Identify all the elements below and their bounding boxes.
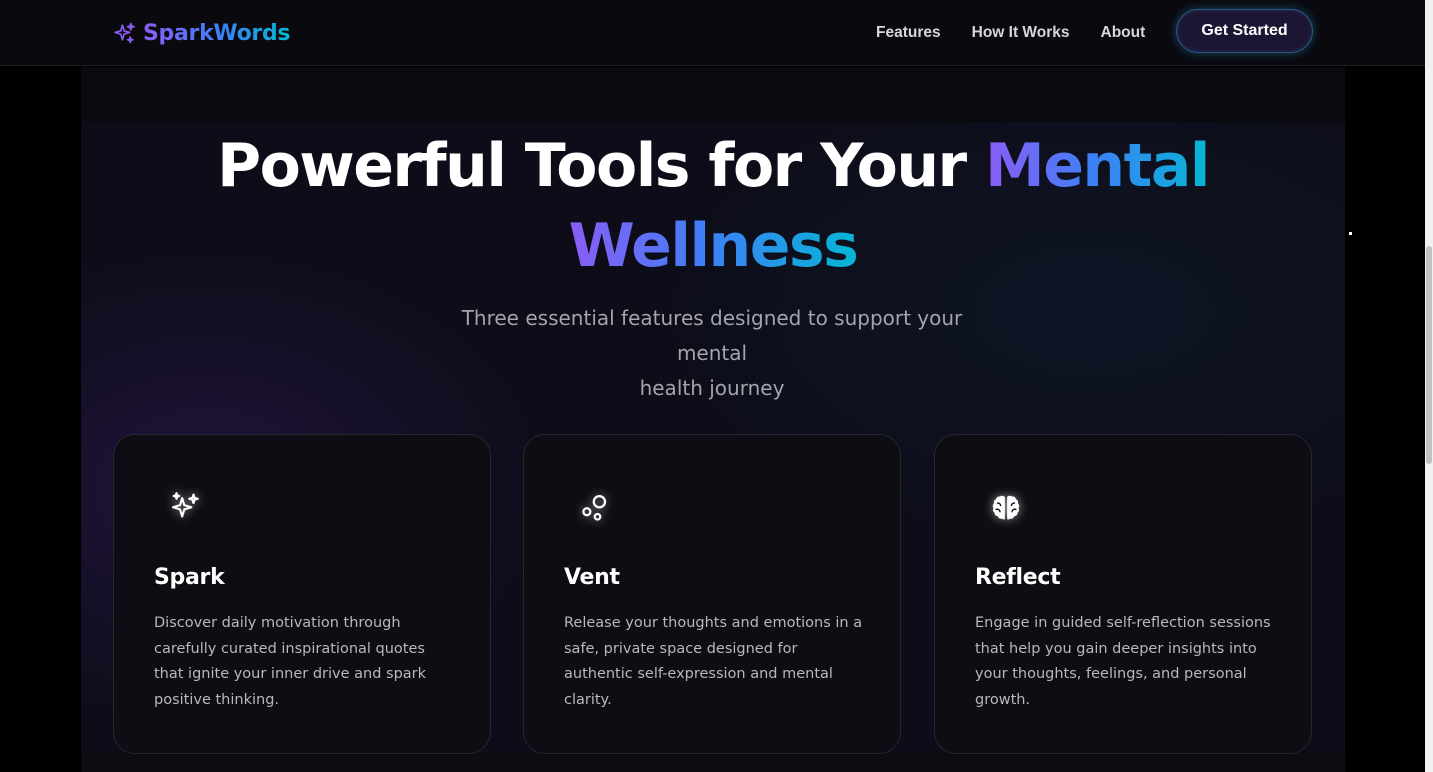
nav-links: Features How It Works About: [876, 22, 1145, 44]
nav-link-how-it-works[interactable]: How It Works: [972, 24, 1070, 42]
feature-card-vent[interactable]: Vent Release your thoughts and emotions …: [523, 434, 901, 754]
card-title: Reflect: [975, 565, 1061, 590]
bubbles-icon: [582, 495, 607, 521]
section-bottom-band: [81, 752, 1345, 772]
sparkles-icon: [171, 492, 199, 518]
section-subtitle: Three essential features designed to sup…: [427, 301, 997, 406]
page-scrollbar[interactable]: [1425, 0, 1433, 772]
nav-link-features[interactable]: Features: [876, 24, 941, 42]
card-title: Spark: [154, 565, 225, 590]
brain-icon: [992, 495, 1020, 520]
get-started-button[interactable]: Get Started: [1176, 9, 1313, 53]
card-description: Release your thoughts and emotions in a …: [564, 615, 863, 708]
title-line-2: Wellness: [81, 206, 1345, 286]
subtitle-line-2: health journey: [639, 376, 785, 400]
brand-name: SparkWords: [143, 20, 291, 46]
section-title: Powerful Tools for Your Mental Wellness: [81, 126, 1345, 286]
card-icon-container: [572, 485, 618, 531]
card-description: Discover daily motivation through carefu…: [154, 615, 427, 708]
nav-link-about[interactable]: About: [1101, 24, 1146, 42]
title-plain: Powerful Tools for Your: [217, 131, 967, 201]
brand-logo[interactable]: SparkWords: [112, 18, 291, 48]
cursor-dot: [1349, 232, 1352, 235]
feature-card-spark[interactable]: Spark Discover daily motivation through …: [113, 434, 491, 754]
subtitle-line-1: Three essential features designed to sup…: [461, 306, 963, 365]
scrollbar-thumb[interactable]: [1426, 246, 1432, 464]
card-icon-container: [162, 485, 208, 531]
navbar: SparkWords Features How It Works About G…: [0, 0, 1425, 66]
title-accent-wellness: Wellness: [568, 211, 859, 281]
features-section: Powerful Tools for Your Mental Wellness …: [81, 67, 1345, 772]
card-icon-container: [983, 485, 1029, 531]
feature-card-reflect[interactable]: Reflect Engage in guided self-reflection…: [934, 434, 1312, 754]
card-title: Vent: [564, 565, 620, 590]
card-description: Engage in guided self-reflection session…: [975, 615, 1271, 708]
title-line-1: Powerful Tools for Your Mental: [81, 126, 1345, 206]
page-viewport: SparkWords Features How It Works About G…: [0, 0, 1425, 772]
sparkles-icon: [114, 22, 135, 43]
title-accent-mental: Mental: [985, 131, 1210, 201]
